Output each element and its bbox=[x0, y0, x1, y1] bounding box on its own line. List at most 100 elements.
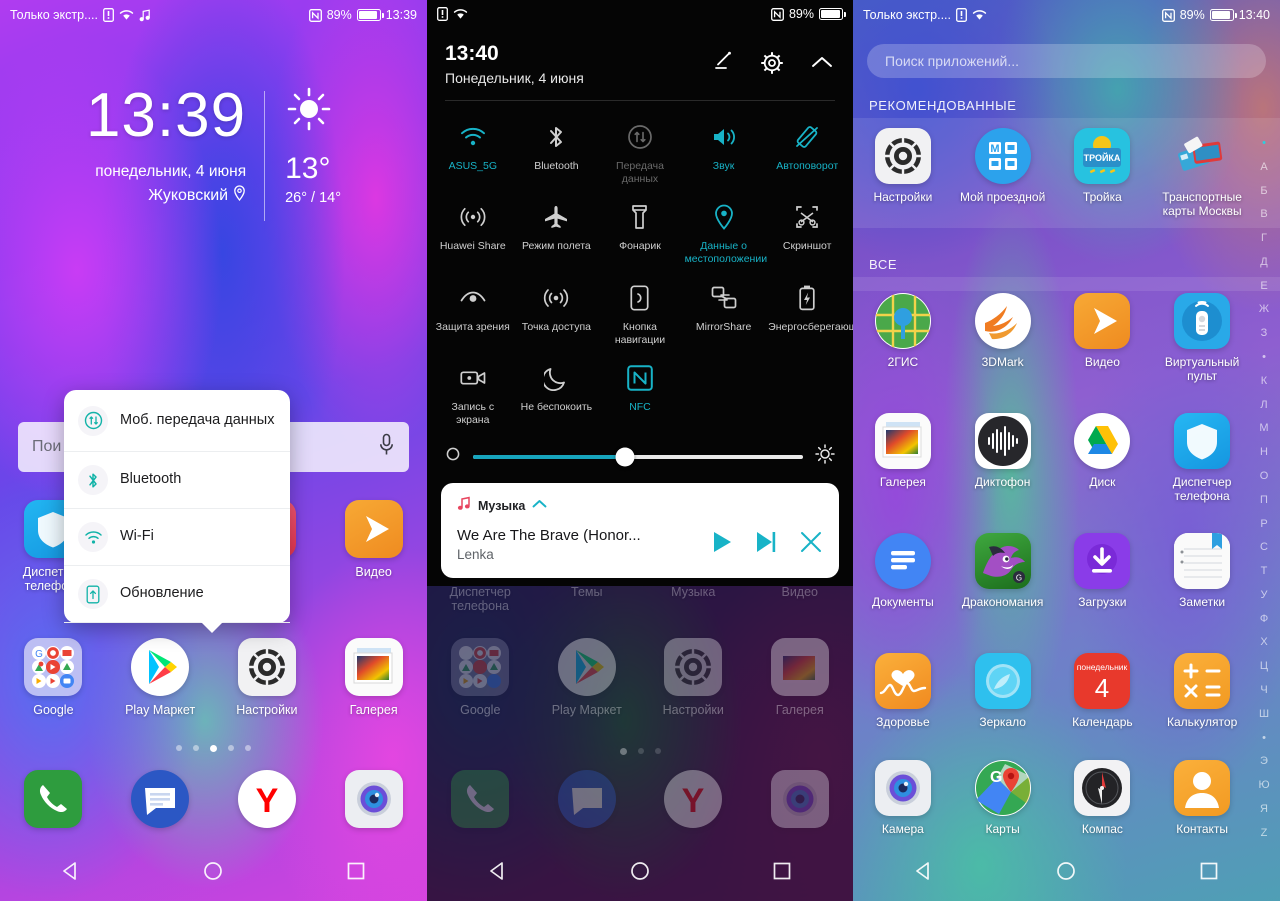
collapse-icon[interactable] bbox=[809, 50, 835, 81]
next-icon[interactable] bbox=[755, 530, 777, 559]
alpha-item[interactable]: • bbox=[1262, 138, 1266, 149]
app-notes[interactable]: Заметки bbox=[1152, 533, 1252, 609]
app-settings[interactable]: Настройки bbox=[853, 128, 953, 218]
app-virtual-remote[interactable]: Виртуальный пульт bbox=[1152, 293, 1252, 383]
app-gallery[interactable]: Галерея bbox=[853, 413, 953, 503]
alpha-item[interactable]: Х bbox=[1260, 637, 1267, 648]
tile-flashlight[interactable]: Фонарик bbox=[598, 193, 682, 273]
alpha-item[interactable]: Ш bbox=[1259, 708, 1269, 720]
alpha-item[interactable]: Г bbox=[1261, 233, 1267, 244]
app-2gis[interactable]: 2ГИС bbox=[853, 293, 953, 383]
tile-screen-record[interactable]: Запись с экрана bbox=[431, 354, 515, 434]
tile-mirrorshare[interactable]: MirrorShare bbox=[682, 274, 766, 354]
alpha-item[interactable]: Ч bbox=[1260, 684, 1267, 696]
home-icon[interactable] bbox=[629, 860, 651, 887]
tile-eye-comfort[interactable]: Защита зрения bbox=[431, 274, 515, 354]
tile-huawei-share[interactable]: Huawei Share bbox=[431, 193, 515, 273]
tile-battery-saver[interactable]: Энергосберегающий bbox=[765, 274, 853, 354]
app-google-drive[interactable]: Диск bbox=[1053, 413, 1153, 503]
alpha-item[interactable]: Р bbox=[1260, 518, 1267, 530]
alphabet-index[interactable]: • А Б В Г Д Е Ж З • К Л М Н О П Р С Т У … bbox=[1254, 138, 1274, 839]
alpha-item[interactable]: Д bbox=[1260, 256, 1267, 268]
popup-item-mobile-data[interactable]: Моб. передача данных bbox=[64, 390, 290, 452]
alpha-item[interactable]: Я bbox=[1260, 803, 1268, 815]
app-settings[interactable]: Настройки bbox=[214, 638, 321, 717]
app-moy-proezdnoy[interactable]: M Мой проездной bbox=[953, 128, 1053, 218]
app-camera[interactable]: Камера bbox=[853, 760, 953, 836]
app-downloads[interactable]: Загрузки bbox=[1053, 533, 1153, 609]
tile-location[interactable]: Данные о местоположении bbox=[682, 193, 767, 273]
alpha-item[interactable]: Н bbox=[1260, 447, 1268, 458]
alpha-item[interactable]: У bbox=[1261, 589, 1268, 601]
back-icon[interactable] bbox=[913, 860, 935, 887]
microphone-icon[interactable] bbox=[378, 433, 395, 462]
alpha-item[interactable]: Ц bbox=[1260, 661, 1268, 672]
tile-hotspot[interactable]: Точка доступа bbox=[515, 274, 599, 354]
alpha-item[interactable]: Э bbox=[1260, 756, 1268, 767]
tile-screenshot[interactable]: Скриншот bbox=[765, 193, 849, 273]
page-indicator[interactable] bbox=[0, 745, 427, 752]
app-dragon-mania[interactable]: G Драконома­ния bbox=[953, 533, 1053, 609]
tile-do-not-disturb[interactable]: Не беспокоить bbox=[515, 354, 599, 434]
close-icon[interactable] bbox=[799, 530, 823, 559]
popup-item-update[interactable]: Обновление bbox=[64, 566, 290, 623]
auto-brightness-icon[interactable] bbox=[445, 446, 461, 467]
tile-bluetooth[interactable]: Bluetooth bbox=[515, 113, 599, 193]
tile-autorotate[interactable]: Автоповорот bbox=[765, 113, 849, 193]
app-play-store[interactable]: Play Маркет bbox=[107, 638, 214, 717]
app-health[interactable]: Здоровье bbox=[853, 653, 953, 729]
slider-knob[interactable] bbox=[615, 447, 635, 467]
alpha-item[interactable]: В bbox=[1260, 209, 1267, 220]
back-icon[interactable] bbox=[487, 860, 509, 887]
alpha-item[interactable]: М bbox=[1259, 423, 1268, 434]
app-transport-cards[interactable]: Транспортные карты Москвы bbox=[1152, 128, 1252, 218]
tile-nav-button[interactable]: Кнопка навигации bbox=[598, 274, 682, 354]
clock-block[interactable]: 13:39 понедельник, 4 июня Жуковский bbox=[86, 85, 264, 206]
app-troika[interactable]: ТРОЙКА Тройка bbox=[1053, 128, 1153, 218]
alpha-item[interactable]: • bbox=[1262, 352, 1266, 363]
alpha-item[interactable]: Ю bbox=[1258, 780, 1269, 791]
tile-airplane[interactable]: Режим полета bbox=[515, 193, 599, 273]
app-google-folder[interactable]: G Google bbox=[0, 638, 107, 717]
recents-icon[interactable] bbox=[771, 860, 793, 887]
recents-icon[interactable] bbox=[1198, 860, 1220, 887]
alpha-item[interactable]: Ж bbox=[1259, 304, 1269, 315]
play-icon[interactable] bbox=[711, 530, 733, 559]
app-video[interactable]: Видео bbox=[320, 500, 427, 594]
brightness-icon[interactable] bbox=[815, 444, 835, 469]
alpha-item[interactable]: З bbox=[1261, 328, 1268, 339]
edit-icon[interactable] bbox=[709, 50, 735, 81]
gear-icon[interactable] bbox=[759, 50, 785, 81]
app-phone[interactable] bbox=[0, 770, 107, 828]
tile-wifi[interactable]: ASUS_5G bbox=[431, 113, 515, 193]
alpha-item[interactable]: С bbox=[1260, 542, 1268, 553]
alpha-item[interactable]: Т bbox=[1261, 566, 1268, 577]
app-camera[interactable] bbox=[320, 770, 427, 828]
alpha-item[interactable]: Л bbox=[1260, 399, 1267, 411]
tile-sound[interactable]: Звук bbox=[682, 113, 766, 193]
app-mirror[interactable]: Зеркало bbox=[953, 653, 1053, 729]
tile-nfc[interactable]: NFC bbox=[598, 354, 682, 434]
weather-block[interactable]: 13° 26° / 14° bbox=[265, 85, 341, 206]
app-recorder[interactable]: Диктофон bbox=[953, 413, 1053, 503]
alpha-item[interactable]: Ф bbox=[1260, 613, 1268, 625]
clock-weather-widget[interactable]: 13:39 понедельник, 4 июня Жуковский 13° … bbox=[0, 85, 427, 221]
recents-icon[interactable] bbox=[345, 860, 367, 887]
app-google-maps[interactable]: G Карты bbox=[953, 760, 1053, 836]
alpha-item[interactable]: Б bbox=[1260, 185, 1267, 197]
alpha-item[interactable]: К bbox=[1261, 375, 1267, 387]
music-notification-card[interactable]: Музыка We Are The Brave (Honor... Lenka bbox=[441, 483, 839, 579]
app-calculator[interactable]: Калькулятор bbox=[1152, 653, 1252, 729]
home-icon[interactable] bbox=[202, 860, 224, 887]
alpha-item[interactable]: Z bbox=[1261, 827, 1268, 839]
app-gallery[interactable]: Галерея bbox=[320, 638, 427, 717]
app-google-docs[interactable]: Документы bbox=[853, 533, 953, 609]
back-icon[interactable] bbox=[60, 860, 82, 887]
quick-toggle-popup[interactable]: Моб. передача данных Bluetooth Wi-Fi Обн… bbox=[64, 390, 290, 633]
app-contacts[interactable]: Контакты bbox=[1152, 760, 1252, 836]
brightness-slider[interactable] bbox=[473, 447, 803, 467]
collapse-icon[interactable] bbox=[532, 497, 547, 515]
popup-item-bluetooth[interactable]: Bluetooth bbox=[64, 452, 290, 509]
app-video[interactable]: Видео bbox=[1053, 293, 1153, 383]
app-phone-manager[interactable]: Диспетчер телефона bbox=[1152, 413, 1252, 503]
